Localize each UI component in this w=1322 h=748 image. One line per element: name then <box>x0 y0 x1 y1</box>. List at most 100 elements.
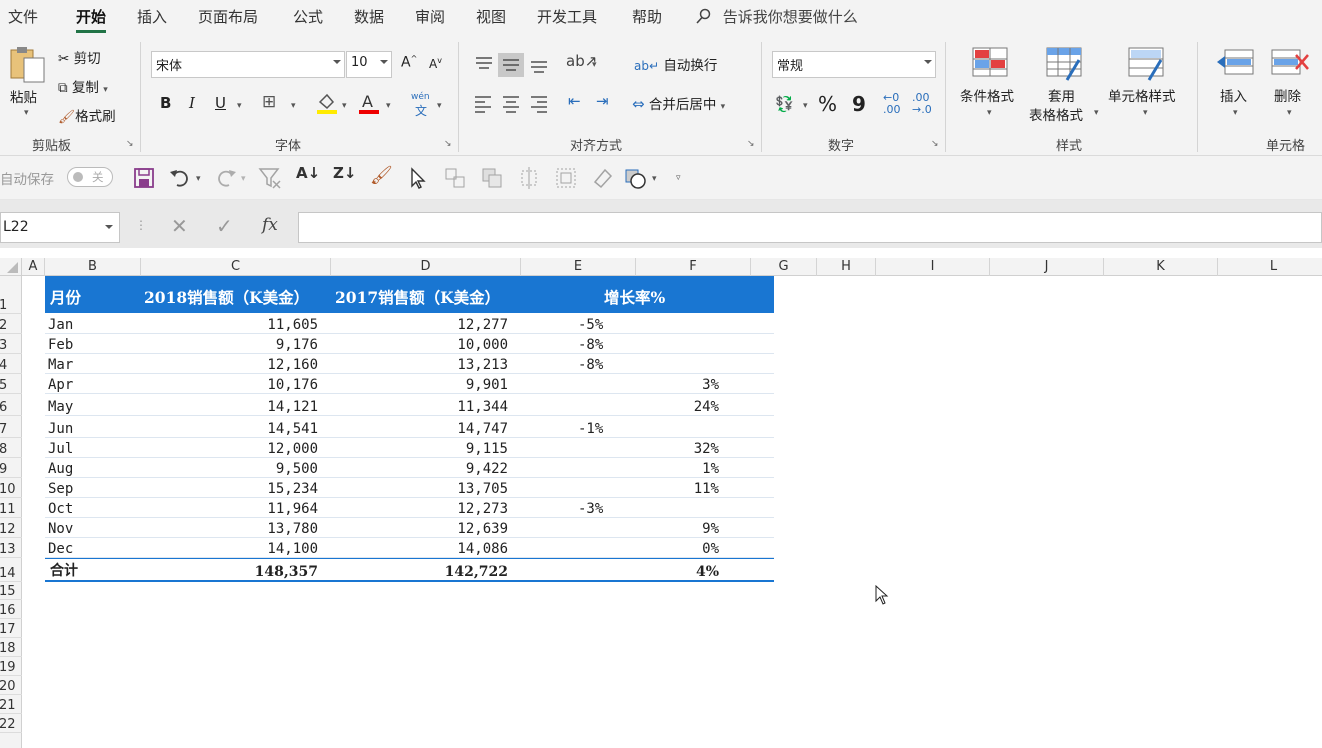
increase-indent-icon[interactable]: ⇥ <box>596 92 609 110</box>
formula-input[interactable] <box>298 212 1322 243</box>
decrease-decimal-icon[interactable]: .00 →.0 <box>912 92 932 116</box>
fill-color-icon[interactable] <box>316 92 338 116</box>
select-objects-icon[interactable] <box>406 166 430 190</box>
font-name-select[interactable]: 宋体 <box>151 51 345 78</box>
sort-ascending-icon[interactable]: A↓ <box>296 164 320 182</box>
dialog-launcher-icon[interactable]: ↘ <box>126 139 134 149</box>
font-color-icon[interactable]: A <box>358 92 380 116</box>
column-header[interactable]: K <box>1104 258 1218 276</box>
redo-dropdown-icon[interactable]: ▾ <box>241 174 246 184</box>
column-header[interactable]: F <box>636 258 751 276</box>
clear-filter-icon[interactable] <box>258 166 282 190</box>
row-header[interactable]: 3 <box>0 334 22 354</box>
currency-dropdown-icon[interactable]: ▾ <box>803 101 808 111</box>
shrink-font-button[interactable]: Av <box>429 56 442 71</box>
tab-formulas[interactable]: 公式 <box>293 6 323 27</box>
borders-dropdown-icon[interactable]: ▾ <box>291 101 296 111</box>
column-header[interactable]: I <box>876 258 990 276</box>
phonetic-dropdown-icon[interactable]: ▾ <box>437 101 442 111</box>
shapes-icon[interactable] <box>624 166 648 190</box>
undo-icon[interactable] <box>168 166 192 190</box>
enter-icon[interactable]: ✓ <box>216 214 233 238</box>
decrease-indent-icon[interactable]: ⇤ <box>568 92 581 110</box>
cut-button[interactable]: ✂ 剪切 <box>58 47 101 67</box>
redo-icon[interactable] <box>214 166 238 190</box>
cell-styles-button[interactable]: 单元格样式 <box>1108 85 1176 105</box>
font-color-dropdown-icon[interactable]: ▾ <box>386 101 391 111</box>
underline-button[interactable]: U <box>215 94 226 112</box>
name-box[interactable]: L22 <box>0 212 120 243</box>
copy-button[interactable]: ⧉ 复制 ▾ <box>58 76 108 96</box>
insert-cells-icon[interactable] <box>1215 48 1255 78</box>
merge-center-button[interactable]: ⇔ 合并后居中 ▾ <box>632 93 725 113</box>
tab-review[interactable]: 审阅 <box>415 6 445 27</box>
align-objects-icon[interactable] <box>517 166 541 190</box>
insert-button[interactable]: 插入 <box>1220 85 1247 105</box>
customize-qat-icon[interactable]: ▿ <box>676 173 681 183</box>
dialog-launcher-icon[interactable]: ↘ <box>747 139 755 149</box>
selection-pane-icon[interactable] <box>554 166 578 190</box>
wrap-text-button[interactable]: ab↵ 自动换行 <box>634 54 717 74</box>
paste-button[interactable]: 粘贴 <box>10 86 37 106</box>
phonetic-icon[interactable]: wén <box>411 92 430 102</box>
conditional-format-icon[interactable] <box>971 46 1009 80</box>
delete-cells-icon[interactable] <box>1270 48 1310 78</box>
worksheet-grid[interactable]: 月份 2018销售额（K美金） 2017销售额（K美金） 增长率% Jan 11,… <box>22 276 1322 748</box>
autosave-toggle[interactable]: 关 <box>67 167 113 187</box>
column-header[interactable]: C <box>141 258 331 276</box>
insert-dropdown-icon[interactable]: ▾ <box>1233 108 1238 118</box>
dialog-launcher-icon[interactable]: ↘ <box>444 139 452 149</box>
underline-dropdown-icon[interactable]: ▾ <box>237 101 242 111</box>
bold-button[interactable]: B <box>160 94 171 112</box>
save-icon[interactable] <box>132 166 156 190</box>
row-header[interactable]: 7 <box>0 416 22 438</box>
row-header[interactable]: 9 <box>0 458 22 478</box>
row-header[interactable]: 18 <box>0 638 22 657</box>
column-header[interactable]: A <box>22 258 45 276</box>
column-header[interactable]: H <box>817 258 876 276</box>
conditional-format-button[interactable]: 条件格式 <box>960 85 1014 105</box>
column-header[interactable]: D <box>331 258 521 276</box>
paste-icon[interactable] <box>8 44 48 84</box>
conditional-dropdown-icon[interactable]: ▾ <box>987 108 992 118</box>
tab-home[interactable]: 开始 <box>76 6 107 33</box>
row-header[interactable]: 20 <box>0 676 22 695</box>
row-header[interactable]: 11 <box>0 498 22 518</box>
delete-dropdown-icon[interactable]: ▾ <box>1287 108 1292 118</box>
row-header[interactable]: 21 <box>0 695 22 714</box>
italic-button[interactable]: I <box>189 94 195 112</box>
currency-icon[interactable]: 💱 <box>775 95 794 113</box>
group-objects-icon[interactable] <box>443 166 467 190</box>
orientation-dropdown-icon[interactable]: ▾ <box>592 60 597 70</box>
row-header[interactable]: 8 <box>0 438 22 458</box>
column-header[interactable]: G <box>751 258 817 276</box>
tab-data[interactable]: 数据 <box>354 6 384 27</box>
format-as-table-line2[interactable]: 表格格式 <box>1029 104 1083 124</box>
cancel-icon[interactable]: ✕ <box>171 214 188 238</box>
column-header[interactable]: B <box>45 258 141 276</box>
font-size-select[interactable]: 10 <box>346 51 392 78</box>
increase-decimal-icon[interactable]: ←0.00 <box>883 92 901 116</box>
eraser-icon[interactable] <box>591 166 615 190</box>
row-header[interactable]: 22 <box>0 714 22 733</box>
tab-file[interactable]: 文件 <box>8 6 38 27</box>
cell-styles-icon[interactable] <box>1127 46 1165 82</box>
tab-page-layout[interactable]: 页面布局 <box>198 6 258 27</box>
tell-me-box[interactable]: 告诉我你想要做什么 <box>696 6 858 27</box>
cell-styles-dropdown-icon[interactable]: ▾ <box>1143 108 1148 118</box>
paste-dropdown-icon[interactable]: ▾ <box>24 108 29 118</box>
row-header[interactable]: 19 <box>0 657 22 676</box>
row-header[interactable]: 4 <box>0 354 22 374</box>
format-painter-button[interactable]: 🖌格式刷 <box>58 105 116 125</box>
delete-button[interactable]: 删除 <box>1274 85 1301 105</box>
row-header[interactable]: 10 <box>0 478 22 498</box>
dialog-launcher-icon[interactable]: ↘ <box>931 139 939 149</box>
percent-button[interactable]: % <box>818 92 837 116</box>
table-format-dropdown-icon[interactable]: ▾ <box>1094 108 1099 118</box>
format-as-table-icon[interactable] <box>1045 46 1083 82</box>
shapes-dropdown-icon[interactable]: ▾ <box>652 174 657 184</box>
row-header[interactable]: 5 <box>0 374 22 394</box>
tab-insert[interactable]: 插入 <box>137 6 167 27</box>
row-header[interactable]: 14 <box>0 558 22 582</box>
column-header[interactable]: E <box>521 258 636 276</box>
